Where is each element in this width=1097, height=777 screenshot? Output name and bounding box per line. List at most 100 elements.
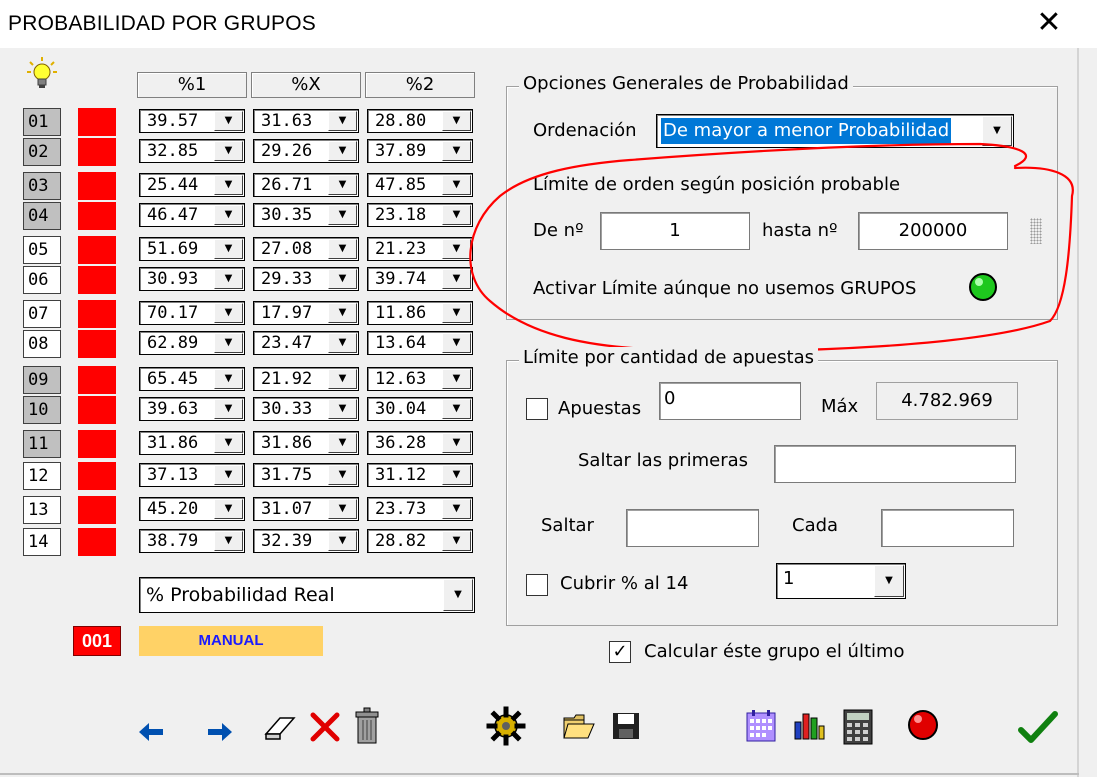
row-10-pctx-select[interactable]: 30.33 ▼ <box>253 397 359 421</box>
calendar-icon[interactable] <box>744 708 778 744</box>
chevron-down-icon[interactable]: ▼ <box>328 531 357 551</box>
chevron-down-icon[interactable]: ▼ <box>328 141 357 161</box>
chevron-down-icon[interactable]: ▼ <box>442 111 471 131</box>
cada-input[interactable] <box>881 509 1014 547</box>
chevron-down-icon[interactable]: ▼ <box>328 111 357 131</box>
row-label-08[interactable]: 08 <box>23 330 61 358</box>
chevron-down-icon[interactable]: ▼ <box>442 465 471 485</box>
row-03-pctx-select[interactable]: 26.71 ▼ <box>253 173 359 197</box>
row-07-pctx-select[interactable]: 17.97 ▼ <box>253 301 359 325</box>
row-color-swatch[interactable] <box>78 528 116 556</box>
row-label-12[interactable]: 12 <box>23 462 61 490</box>
row-02-pct1-select[interactable]: 32.85 ▼ <box>139 139 245 163</box>
chevron-down-icon[interactable]: ▼ <box>214 111 243 131</box>
row-13-pct1-select[interactable]: 45.20 ▼ <box>139 497 245 521</box>
chevron-down-icon[interactable]: ▼ <box>214 205 243 225</box>
row-13-pctx-select[interactable]: 31.07 ▼ <box>253 497 359 521</box>
save-icon[interactable] <box>610 710 642 742</box>
row-color-swatch[interactable] <box>78 496 116 524</box>
saltar-input[interactable] <box>626 509 759 547</box>
row-label-03[interactable]: 03 <box>23 172 61 200</box>
row-color-swatch[interactable] <box>78 138 116 166</box>
row-label-04[interactable]: 04 <box>23 202 61 230</box>
chevron-down-icon[interactable]: ▼ <box>214 333 243 353</box>
record-icon[interactable] <box>906 708 940 742</box>
chevron-down-icon[interactable]: ▼ <box>214 175 243 195</box>
bar-chart-icon[interactable] <box>792 708 826 742</box>
row-13-pct2-select[interactable]: 23.73 ▼ <box>367 497 473 521</box>
row-06-pct1-select[interactable]: 30.93 ▼ <box>139 267 245 291</box>
chevron-down-icon[interactable]: ▼ <box>328 499 357 519</box>
row-07-pct1-select[interactable]: 70.17 ▼ <box>139 301 245 325</box>
gear-icon[interactable] <box>486 706 526 746</box>
chevron-down-icon[interactable]: ▼ <box>328 333 357 353</box>
row-10-pct2-select[interactable]: 30.04 ▼ <box>367 397 473 421</box>
chevron-down-icon[interactable]: ▼ <box>442 531 471 551</box>
checkmark-icon[interactable] <box>1018 710 1058 746</box>
lightbulb-icon[interactable] <box>26 56 58 90</box>
chevron-down-icon[interactable]: ▼ <box>214 433 243 453</box>
row-label-10[interactable]: 10 <box>23 396 61 424</box>
row-04-pctx-select[interactable]: 30.35 ▼ <box>253 203 359 227</box>
row-05-pct2-select[interactable]: 21.23 ▼ <box>367 237 473 261</box>
chevron-down-icon[interactable]: ▼ <box>442 369 471 389</box>
row-04-pct2-select[interactable]: 23.18 ▼ <box>367 203 473 227</box>
row-11-pct1-select[interactable]: 31.86 ▼ <box>139 431 245 455</box>
trash-icon[interactable] <box>350 706 386 748</box>
row-08-pctx-select[interactable]: 23.47 ▼ <box>253 331 359 355</box>
chevron-down-icon[interactable]: ▼ <box>214 141 243 161</box>
chevron-down-icon[interactable]: ▼ <box>214 531 243 551</box>
chevron-down-icon[interactable]: ▼ <box>214 303 243 323</box>
row-04-pct1-select[interactable]: 46.47 ▼ <box>139 203 245 227</box>
row-color-swatch[interactable] <box>78 266 116 294</box>
chevron-down-icon[interactable]: ▼ <box>328 303 357 323</box>
chevron-down-icon[interactable]: ▼ <box>328 205 357 225</box>
arrow-right-icon[interactable] <box>206 720 234 744</box>
row-03-pct2-select[interactable]: 47.85 ▼ <box>367 173 473 197</box>
row-label-06[interactable]: 06 <box>23 266 61 294</box>
chevron-down-icon[interactable]: ▼ <box>443 579 473 611</box>
apuestas-input[interactable]: 0 <box>659 382 801 420</box>
row-color-swatch[interactable] <box>78 108 116 136</box>
row-08-pct1-select[interactable]: 62.89 ▼ <box>139 331 245 355</box>
chevron-down-icon[interactable]: ▼ <box>214 269 243 289</box>
row-color-swatch[interactable] <box>78 396 116 424</box>
row-color-swatch[interactable] <box>78 366 116 394</box>
row-14-pctx-select[interactable]: 32.39 ▼ <box>253 529 359 553</box>
row-09-pct1-select[interactable]: 65.45 ▼ <box>139 367 245 391</box>
cubrir-checkbox[interactable] <box>526 574 548 596</box>
apuestas-checkbox[interactable] <box>526 398 548 420</box>
row-02-pctx-select[interactable]: 29.26 ▼ <box>253 139 359 163</box>
row-14-pct1-select[interactable]: 38.79 ▼ <box>139 529 245 553</box>
row-label-09[interactable]: 09 <box>23 366 61 394</box>
row-color-swatch[interactable] <box>78 236 116 264</box>
cubrir-select[interactable]: 1 ▼ <box>776 563 906 599</box>
row-07-pct2-select[interactable]: 11.86 ▼ <box>367 301 473 325</box>
chevron-down-icon[interactable]: ▼ <box>442 433 471 453</box>
row-08-pct2-select[interactable]: 13.64 ▼ <box>367 331 473 355</box>
row-11-pctx-select[interactable]: 31.86 ▼ <box>253 431 359 455</box>
row-05-pct1-select[interactable]: 51.69 ▼ <box>139 237 245 261</box>
folder-open-icon[interactable] <box>562 710 596 742</box>
probability-type-select[interactable]: % Probabilidad Real ▼ <box>139 577 475 613</box>
row-color-swatch[interactable] <box>78 430 116 458</box>
row-label-01[interactable]: 01 <box>23 108 61 136</box>
row-10-pct1-select[interactable]: 39.63 ▼ <box>139 397 245 421</box>
chevron-down-icon[interactable]: ▼ <box>214 239 243 259</box>
chevron-down-icon[interactable]: ▼ <box>214 369 243 389</box>
row-09-pct2-select[interactable]: 12.63 ▼ <box>367 367 473 391</box>
chevron-down-icon[interactable]: ▼ <box>328 465 357 485</box>
row-12-pct1-select[interactable]: 37.13 ▼ <box>139 463 245 487</box>
chevron-down-icon[interactable]: ▼ <box>214 499 243 519</box>
chevron-down-icon[interactable]: ▼ <box>214 399 243 419</box>
row-label-07[interactable]: 07 <box>23 300 61 328</box>
chevron-down-icon[interactable]: ▼ <box>874 565 904 597</box>
row-label-13[interactable]: 13 <box>23 496 61 524</box>
row-color-swatch[interactable] <box>78 202 116 230</box>
chevron-down-icon[interactable]: ▼ <box>214 465 243 485</box>
chevron-down-icon[interactable]: ▼ <box>328 239 357 259</box>
chevron-down-icon[interactable]: ▼ <box>328 369 357 389</box>
row-color-swatch[interactable] <box>78 330 116 358</box>
delete-x-icon[interactable] <box>308 710 342 744</box>
row-06-pct2-select[interactable]: 39.74 ▼ <box>367 267 473 291</box>
